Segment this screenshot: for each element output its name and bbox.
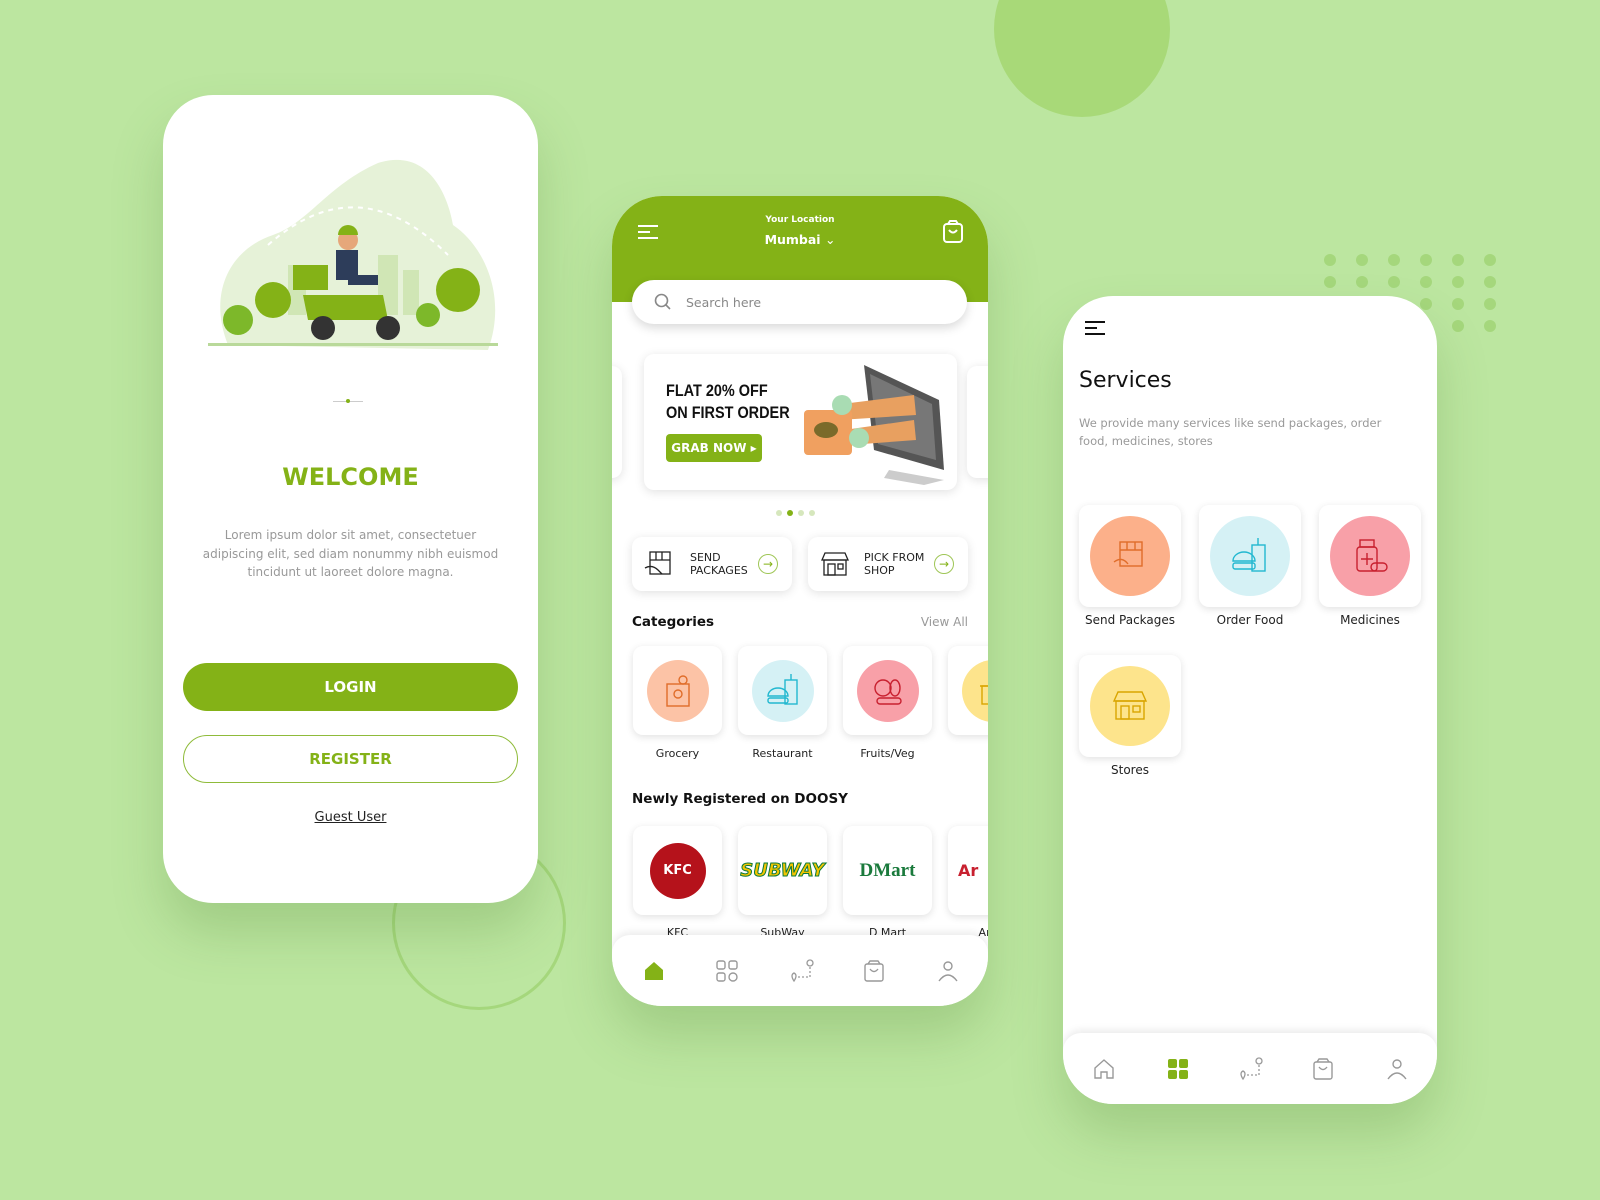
service-label: Medicines: [1340, 613, 1400, 627]
brand-archies[interactable]: Ar: [948, 826, 988, 915]
category-gifts[interactable]: [948, 646, 988, 735]
service-medicines[interactable]: [1319, 505, 1421, 607]
chevron-down-icon: ⌄: [824, 232, 836, 247]
medicine-icon: [1356, 539, 1388, 572]
services-title: Services: [1079, 368, 1172, 393]
delivery-scooter-illustration: [208, 159, 498, 350]
service-order-food[interactable]: [1199, 505, 1301, 607]
service-label: Order Food: [1216, 613, 1284, 627]
pick-from-shop-button[interactable]: PICK FROM SHOP →: [808, 537, 968, 591]
location-value: Mumbai: [764, 232, 821, 247]
brand-kfc[interactable]: KFC: [633, 826, 722, 915]
carousel-dots[interactable]: [776, 510, 815, 516]
grab-now-button[interactable]: GRAB NOW ▸: [666, 434, 762, 462]
cart-icon[interactable]: [942, 220, 964, 244]
kfc-logo: KFC: [649, 842, 706, 899]
delivery-computer-illustration: [804, 365, 944, 485]
view-all-link[interactable]: View All: [921, 615, 968, 629]
nav-home-icon[interactable]: [1092, 1057, 1116, 1081]
arrow-right-icon: →: [934, 554, 954, 574]
package-icon: [644, 551, 671, 575]
welcome-title: WELCOME: [282, 463, 419, 491]
brand-subway[interactable]: SUBWAY: [738, 826, 827, 915]
subway-logo: SUBWAY: [740, 860, 825, 882]
arrow-right-icon: →: [758, 554, 778, 574]
category-restaurant[interactable]: [738, 646, 827, 735]
services-description: We provide many services like send packa…: [1079, 416, 1382, 448]
search-input[interactable]: Search here: [632, 280, 967, 324]
burger-drink-icon: [1232, 538, 1266, 572]
services-screen: Services We provide many services like s…: [1063, 296, 1437, 1104]
grocery-bag-icon: [665, 674, 690, 707]
banner-next-peek[interactable]: [967, 366, 988, 478]
nav-cart-icon[interactable]: [862, 959, 886, 983]
nav-track-icon[interactable]: [790, 959, 814, 983]
search-placeholder: Search here: [686, 294, 762, 310]
dmart-logo: DMart: [859, 859, 916, 881]
category-fruits-veg[interactable]: [843, 646, 932, 735]
category-label: G: [948, 747, 988, 760]
location-label: Your Location: [765, 215, 835, 225]
newly-registered-title: Newly Registered on DOOSY: [632, 791, 848, 807]
banner-line2: ON FIRST ORDER: [666, 403, 790, 422]
category-label: Fruits/Veg: [860, 747, 915, 760]
bottom-nav: [1063, 1033, 1437, 1104]
service-label: Send Packages: [1084, 613, 1176, 627]
location-selector[interactable]: Mumbai ⌄: [612, 232, 988, 247]
shop-icon: [1112, 691, 1148, 720]
burger-drink-icon: [766, 673, 798, 705]
category-label: Grocery: [655, 747, 700, 760]
service-stores[interactable]: [1079, 655, 1181, 757]
banner-prev-peek[interactable]: [612, 366, 622, 478]
send-packages-button[interactable]: SEND PACKAGES →: [632, 537, 792, 591]
categories-title: Categories: [632, 614, 715, 630]
nav-cart-icon[interactable]: [1311, 1057, 1335, 1081]
guest-user-link[interactable]: Guest User: [163, 810, 538, 825]
category-grocery[interactable]: [633, 646, 722, 735]
nav-categories-icon[interactable]: [1166, 1057, 1190, 1081]
package-icon: [1113, 541, 1143, 567]
register-button[interactable]: REGISTER: [183, 735, 518, 783]
promo-banner[interactable]: FLAT 20% OFF ON FIRST ORDER GRAB NOW ▸: [644, 354, 957, 490]
bottom-nav: [612, 935, 988, 1006]
nav-categories-icon[interactable]: [715, 959, 739, 983]
brand-dmart[interactable]: DMart: [843, 826, 932, 915]
gift-icon: [979, 684, 988, 705]
fruits-icon: [873, 678, 902, 705]
welcome-description: Lorem ipsum dolor sit amet, consectetuer…: [202, 528, 499, 579]
search-icon: [654, 293, 671, 310]
decorative-circle: [994, 0, 1170, 117]
home-screen: Your Location Mumbai ⌄ Search here FLAT …: [612, 196, 988, 1006]
login-button[interactable]: LOGIN: [183, 663, 518, 711]
menu-icon[interactable]: [1085, 320, 1107, 336]
nav-home-icon[interactable]: [642, 959, 666, 983]
welcome-screen: WELCOME Lorem ipsum dolor sit amet, cons…: [163, 95, 538, 903]
nav-profile-icon[interactable]: [1385, 1057, 1409, 1081]
nav-track-icon[interactable]: [1239, 1057, 1263, 1081]
archies-logo: Ar: [958, 861, 979, 880]
service-label: Stores: [1111, 763, 1149, 777]
category-label: Restaurant: [752, 747, 813, 760]
service-send-packages[interactable]: [1079, 505, 1181, 607]
banner-line1: FLAT 20% OFF: [666, 381, 768, 400]
nav-profile-icon[interactable]: [936, 959, 960, 983]
page-indicator: [333, 399, 363, 403]
shop-icon: [821, 552, 849, 576]
